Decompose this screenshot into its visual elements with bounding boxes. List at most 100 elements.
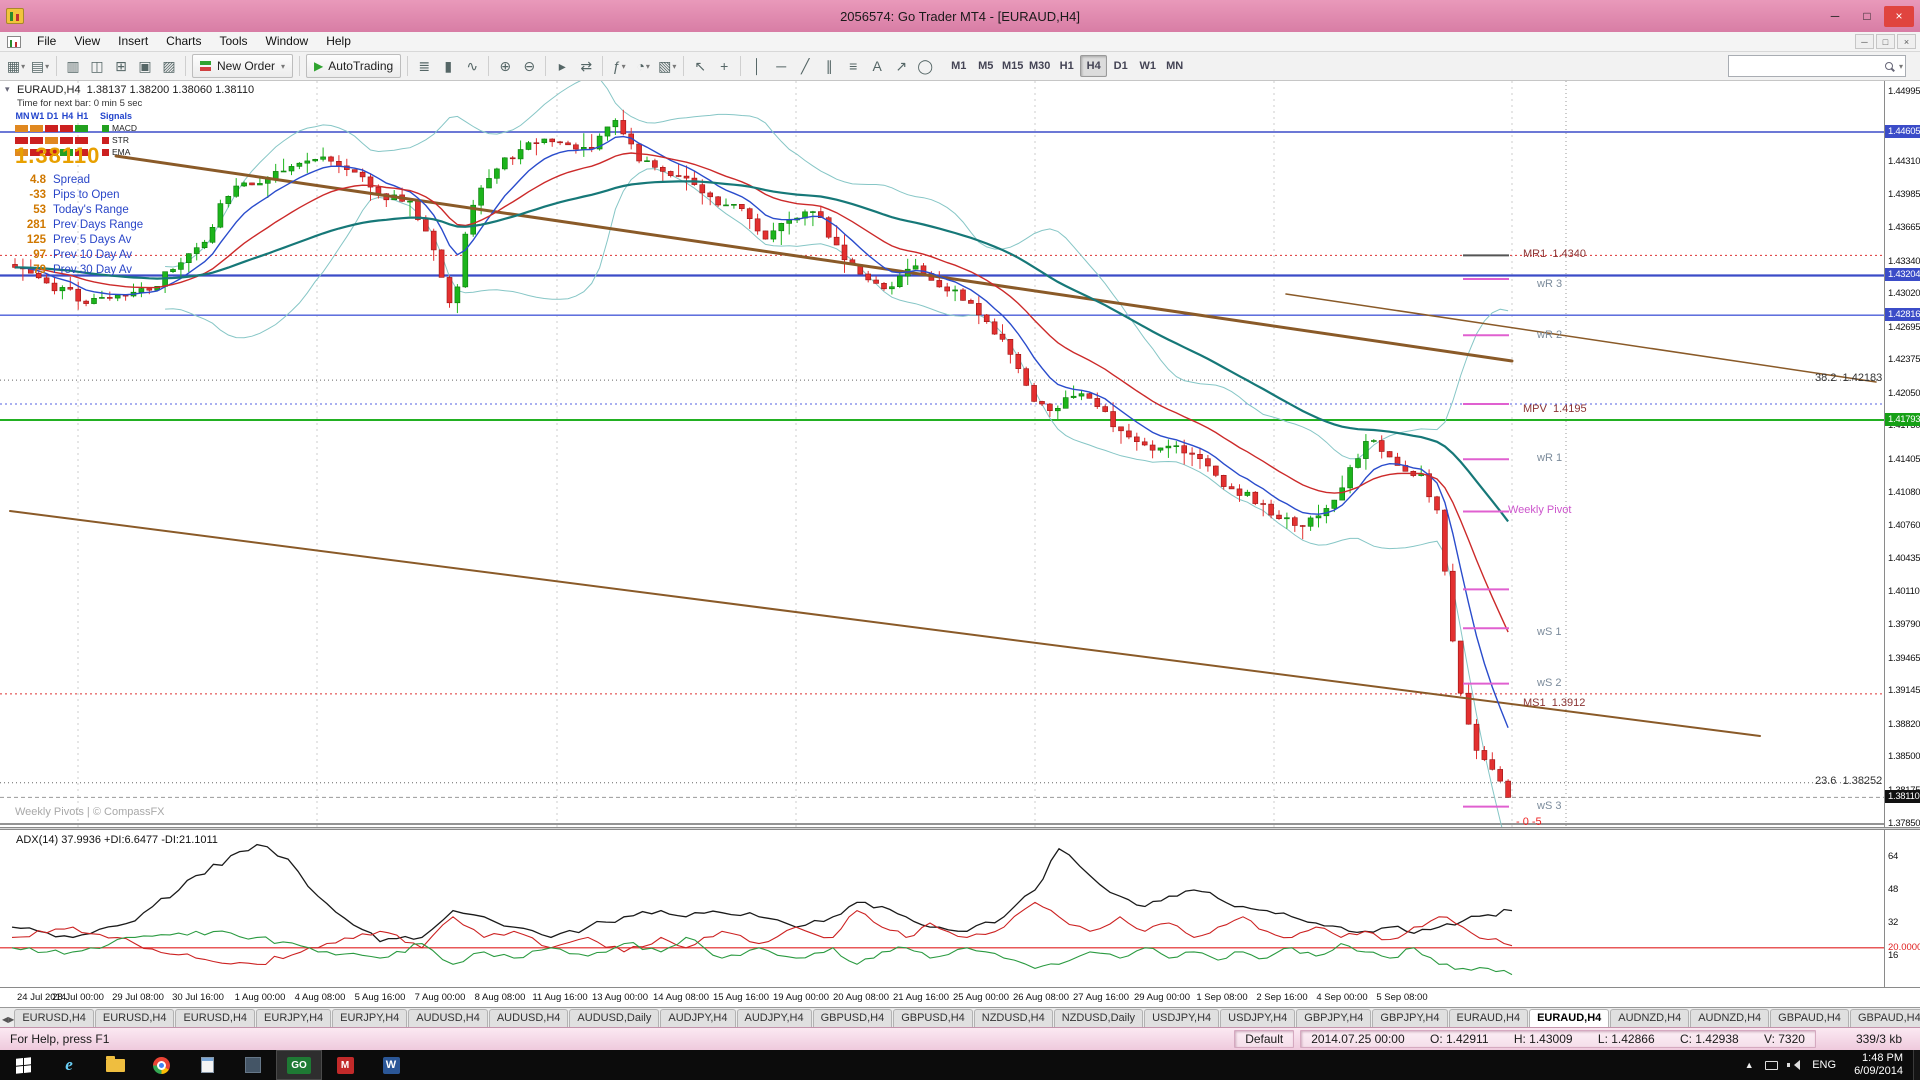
trendline-button[interactable]: ╱ (793, 54, 817, 78)
status-profile[interactable]: Default (1234, 1030, 1294, 1048)
menu-tools[interactable]: Tools (211, 32, 257, 51)
taskbar-app-icon[interactable] (230, 1050, 276, 1080)
timeframe-m15[interactable]: M15 (999, 55, 1026, 77)
chart-tab[interactable]: AUDUSD,H4 (408, 1009, 488, 1027)
taskbar-word-icon[interactable]: W (368, 1050, 414, 1080)
periods-button[interactable]: ◔▾ (631, 54, 655, 78)
search-input[interactable] (1731, 59, 1881, 73)
main-chart-canvas[interactable] (0, 81, 1884, 827)
one-click-trading-toggle[interactable]: ▾ (5, 84, 10, 95)
chart-tab[interactable]: GBPJPY,H4 (1372, 1009, 1447, 1027)
data-window-button[interactable]: ◫ (85, 54, 109, 78)
profiles-button[interactable]: ▤▾ (28, 54, 52, 78)
child-minimize-button[interactable]: ─ (1855, 34, 1874, 49)
vertical-line-button[interactable]: │ (745, 54, 769, 78)
symbol-search[interactable]: ▾ (1728, 55, 1906, 77)
child-restore-button[interactable]: □ (1876, 34, 1895, 49)
chart-shift-button[interactable]: ⇄ (574, 54, 598, 78)
line-chart-button[interactable]: ∿ (460, 54, 484, 78)
child-close-button[interactable]: × (1897, 34, 1916, 49)
close-button[interactable]: × (1884, 6, 1914, 27)
timeframe-m5[interactable]: M5 (972, 55, 999, 77)
chart-tab[interactable]: NZDUSD,H4 (974, 1009, 1053, 1027)
show-desktop-button[interactable] (1913, 1050, 1920, 1080)
chart-tab[interactable]: GBPAUD,H4 (1770, 1009, 1849, 1027)
menu-file[interactable]: File (28, 32, 65, 51)
chart-tab[interactable]: AUDJPY,H4 (660, 1009, 735, 1027)
chart-tab[interactable]: AUDUSD,H4 (489, 1009, 569, 1027)
channel-button[interactable]: ∥ (817, 54, 841, 78)
search-dropdown-icon[interactable]: ▾ (1899, 62, 1903, 71)
menu-window[interactable]: Window (257, 32, 318, 51)
chart-tab[interactable]: GBPUSD,H4 (813, 1009, 893, 1027)
chart-tab[interactable]: GBPUSD,H4 (893, 1009, 973, 1027)
minimize-button[interactable]: ─ (1820, 6, 1850, 27)
taskbar-metatrader-icon[interactable]: M (322, 1050, 368, 1080)
chart-tab[interactable]: AUDNZD,H4 (1690, 1009, 1769, 1027)
menu-charts[interactable]: Charts (157, 32, 210, 51)
tray-language[interactable]: ENG (1804, 1059, 1844, 1071)
shapes-button[interactable]: ◯ (913, 54, 937, 78)
chart-tab[interactable]: EURJPY,H4 (256, 1009, 331, 1027)
timeframe-w1[interactable]: W1 (1134, 55, 1161, 77)
bar-chart-button[interactable]: ≣ (412, 54, 436, 78)
adx-axis[interactable]: 6448321620.0000 (1884, 830, 1920, 987)
time-axis[interactable]: 24 Jul 201428 Jul 00:0029 Jul 08:0030 Ju… (0, 987, 1920, 1007)
indicators-button[interactable]: ƒ▾ (607, 54, 631, 78)
arrow-object-button[interactable]: ↗ (889, 54, 913, 78)
taskbar-chrome-icon[interactable] (138, 1050, 184, 1080)
title-bar[interactable]: 2056574: Go Trader MT4 - [EURAUD,H4] ─ □… (0, 0, 1920, 32)
text-label-button[interactable]: A (865, 54, 889, 78)
timeframe-m1[interactable]: M1 (945, 55, 972, 77)
chart-tab[interactable]: EURJPY,H4 (332, 1009, 407, 1027)
new-chart-button[interactable]: ▦▾ (4, 54, 28, 78)
chart-tab[interactable]: USDJPY,H4 (1144, 1009, 1219, 1027)
chart-window-icon[interactable] (7, 36, 21, 48)
new-order-button[interactable]: New Order ▾ (192, 54, 293, 78)
auto-scroll-button[interactable]: ▸ (550, 54, 574, 78)
adx-indicator-canvas[interactable] (0, 830, 1884, 987)
timeframe-d1[interactable]: D1 (1107, 55, 1134, 77)
zoom-out-button[interactable]: ⊖ (517, 54, 541, 78)
navigator-button[interactable]: ⊞ (109, 54, 133, 78)
taskbar-ie-icon[interactable]: e (46, 1050, 92, 1080)
chart-tab[interactable]: EURAUD,H4 (1449, 1009, 1529, 1027)
chart-tab[interactable]: GBPAUD,H4 (1850, 1009, 1920, 1027)
candlestick-chart-button[interactable]: ▮ (436, 54, 460, 78)
menu-view[interactable]: View (65, 32, 109, 51)
price-axis[interactable]: 1.449951.443101.439851.436651.433401.430… (1884, 81, 1920, 827)
zoom-in-button[interactable]: ⊕ (493, 54, 517, 78)
chart-tab[interactable]: EURUSD,H4 (95, 1009, 175, 1027)
timeframe-h1[interactable]: H1 (1053, 55, 1080, 77)
tray-expand-icon[interactable]: ▲ (1738, 1060, 1760, 1070)
taskbar-explorer-icon[interactable] (92, 1050, 138, 1080)
templates-button[interactable]: ▧▾ (655, 54, 679, 78)
timeframe-h4[interactable]: H4 (1080, 55, 1107, 77)
autotrading-button[interactable]: ▶ AutoTrading (306, 54, 401, 78)
tray-pc-icon[interactable] (1760, 1061, 1782, 1070)
strategy-tester-button[interactable]: ▨ (157, 54, 181, 78)
taskbar-notepad-icon[interactable] (184, 1050, 230, 1080)
terminal-button[interactable]: ▣ (133, 54, 157, 78)
chart-tab[interactable]: EURAUD,H4 (1529, 1009, 1609, 1027)
fibonacci-button[interactable]: ≡ (841, 54, 865, 78)
chart-tab[interactable]: GBPJPY,H4 (1296, 1009, 1371, 1027)
chart-tab[interactable]: AUDNZD,H4 (1610, 1009, 1689, 1027)
maximize-button[interactable]: □ (1852, 6, 1882, 27)
taskbar-gotrader-icon[interactable]: GO (276, 1050, 322, 1080)
chart-tab[interactable]: EURUSD,H4 (175, 1009, 255, 1027)
timeframe-m30[interactable]: M30 (1026, 55, 1053, 77)
market-watch-button[interactable]: ▥ (61, 54, 85, 78)
chart-tab[interactable]: USDJPY,H4 (1220, 1009, 1295, 1027)
chart-tab[interactable]: AUDUSD,Daily (569, 1009, 659, 1027)
tray-volume-icon[interactable] (1782, 1060, 1804, 1071)
start-button[interactable] (0, 1050, 46, 1080)
chart-tab[interactable]: NZDUSD,Daily (1054, 1009, 1143, 1027)
crosshair-button[interactable]: + (712, 54, 736, 78)
tray-clock[interactable]: 1:48 PM 6/09/2014 (1844, 1052, 1913, 1078)
menu-insert[interactable]: Insert (109, 32, 157, 51)
menu-help[interactable]: Help (317, 32, 360, 51)
chart-tab[interactable]: EURUSD,H4 (14, 1009, 94, 1027)
timeframe-mn[interactable]: MN (1161, 55, 1188, 77)
panel-splitter[interactable] (0, 827, 1920, 830)
